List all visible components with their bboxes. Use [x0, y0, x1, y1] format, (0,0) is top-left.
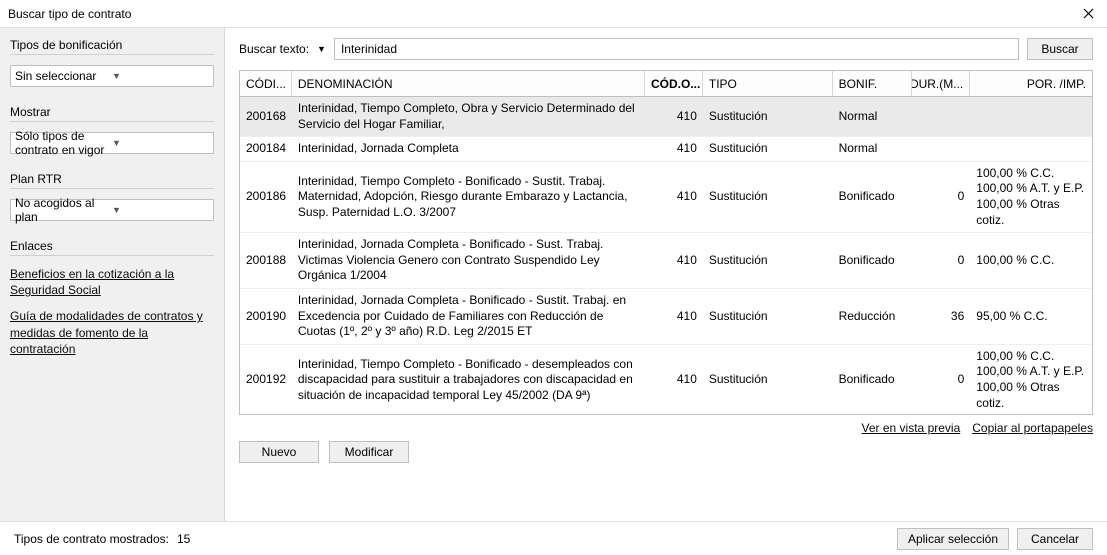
cell-dur — [912, 145, 970, 153]
cell-tipo: Sustitución — [703, 185, 833, 209]
cell-dur: 0 — [912, 249, 970, 273]
cell-codigo: 200190 — [240, 305, 292, 329]
plan-select[interactable]: No acogidos al plan ▼ — [10, 199, 214, 221]
col-tipo[interactable]: TIPO — [703, 71, 833, 96]
show-value: Sólo tipos de contrato en vigor — [15, 129, 112, 157]
cell-tipo: Sustitución — [703, 137, 833, 161]
cell-por: 100,00 % C.C.100,00 % A.T. y E.P.100,00 … — [970, 345, 1092, 414]
chevron-down-icon: ▼ — [112, 138, 209, 148]
search-button[interactable]: Buscar — [1027, 38, 1093, 60]
status-label: Tipos de contrato mostrados: — [14, 532, 169, 546]
cancel-button[interactable]: Cancelar — [1017, 528, 1093, 550]
search-label: Buscar texto: — [239, 42, 309, 56]
modify-button[interactable]: Modificar — [329, 441, 409, 463]
cell-denominacion: Interinidad, Jornada Completa - Bonifica… — [292, 289, 645, 344]
cell-codo: 410 — [645, 137, 703, 161]
cell-tipo: Sustitución — [703, 368, 833, 392]
table-row[interactable]: 200184Interinidad, Jornada Completa410Su… — [240, 137, 1092, 162]
close-icon — [1083, 8, 1094, 19]
cell-tipo: Sustitución — [703, 305, 833, 329]
col-codo[interactable]: CÓD.O... — [645, 71, 703, 96]
cell-codo: 410 — [645, 105, 703, 129]
cell-bonif: Normal — [833, 137, 913, 161]
content-area: Buscar texto: ▼ Buscar CÓDI... DENOMINAC… — [225, 28, 1107, 521]
status-count: 15 — [177, 532, 190, 546]
table-header: CÓDI... DENOMINACIÓN CÓD.O... TIPO BONIF… — [240, 71, 1092, 97]
cell-codigo: 200168 — [240, 105, 292, 129]
cell-dur: 0 — [912, 185, 970, 209]
link-benefits[interactable]: Beneficios en la cotización a la Segurid… — [10, 266, 214, 298]
bonus-types-select[interactable]: Sin seleccionar ▼ — [10, 65, 214, 87]
results-table: CÓDI... DENOMINACIÓN CÓD.O... TIPO BONIF… — [239, 70, 1093, 415]
plan-value: No acogidos al plan — [15, 196, 112, 224]
cell-codo: 410 — [645, 305, 703, 329]
cell-denominacion: Interinidad, Jornada Completa — [292, 137, 645, 161]
footer: Tipos de contrato mostrados: 15 Aplicar … — [0, 521, 1107, 555]
cell-dur: 0 — [912, 368, 970, 392]
table-body[interactable]: 200168Interinidad, Tiempo Completo, Obra… — [240, 97, 1092, 414]
col-denominacion[interactable]: DENOMINACIÓN — [292, 71, 645, 96]
table-row[interactable]: 200192Interinidad, Tiempo Completo - Bon… — [240, 345, 1092, 414]
table-row[interactable]: 200188Interinidad, Jornada Completa - Bo… — [240, 233, 1092, 289]
close-button[interactable] — [1077, 3, 1099, 25]
preview-link[interactable]: Ver en vista previa — [862, 421, 961, 435]
cell-por — [970, 145, 1092, 153]
cell-tipo: Sustitución — [703, 249, 833, 273]
cell-dur: 36 — [912, 305, 970, 329]
copy-link[interactable]: Copiar al portapapeles — [972, 421, 1093, 435]
new-button[interactable]: Nuevo — [239, 441, 319, 463]
col-codigo[interactable]: CÓDI... — [240, 71, 292, 96]
cell-codigo: 200188 — [240, 249, 292, 273]
table-row[interactable]: 200168Interinidad, Tiempo Completo, Obra… — [240, 97, 1092, 137]
col-dur[interactable]: DUR.(M... — [912, 71, 970, 96]
plan-label: Plan RTR — [10, 168, 214, 189]
cell-bonif: Bonificado — [833, 368, 913, 392]
show-label: Mostrar — [10, 101, 214, 122]
table-row[interactable]: 200190Interinidad, Jornada Completa - Bo… — [240, 289, 1092, 345]
search-input[interactable] — [334, 38, 1019, 60]
cell-codigo: 200186 — [240, 185, 292, 209]
window-title: Buscar tipo de contrato — [8, 7, 1077, 21]
cell-bonif: Bonificado — [833, 185, 913, 209]
chevron-down-icon: ▼ — [112, 205, 209, 215]
titlebar: Buscar tipo de contrato — [0, 0, 1107, 28]
cell-codigo: 200192 — [240, 368, 292, 392]
col-bonif[interactable]: BONIF. — [833, 71, 913, 96]
cell-bonif: Normal — [833, 105, 913, 129]
cell-por: 100,00 % C.C. — [970, 249, 1092, 273]
cell-denominacion: Interinidad, Tiempo Completo - Bonificad… — [292, 353, 645, 408]
show-select[interactable]: Sólo tipos de contrato en vigor ▼ — [10, 132, 214, 154]
cell-codo: 410 — [645, 368, 703, 392]
cell-denominacion: Interinidad, Jornada Completa - Bonifica… — [292, 233, 645, 288]
cell-denominacion: Interinidad, Tiempo Completo - Bonificad… — [292, 170, 645, 225]
bonus-types-value: Sin seleccionar — [15, 69, 112, 83]
table-row[interactable]: 200186Interinidad, Tiempo Completo - Bon… — [240, 162, 1092, 233]
bonus-types-label: Tipos de bonificación — [10, 34, 214, 55]
link-guide[interactable]: Guía de modalidades de contratos y medid… — [10, 308, 214, 357]
cell-codo: 410 — [645, 185, 703, 209]
cell-denominacion: Interinidad, Tiempo Completo, Obra y Ser… — [292, 97, 645, 136]
cell-por: 100,00 % C.C.100,00 % A.T. y E.P.100,00 … — [970, 162, 1092, 232]
cell-tipo: Sustitución — [703, 105, 833, 129]
cell-codo: 410 — [645, 249, 703, 273]
cell-bonif: Reducción — [833, 305, 913, 329]
cell-bonif: Bonificado — [833, 249, 913, 273]
cell-codigo: 200184 — [240, 137, 292, 161]
cell-por — [970, 113, 1092, 121]
col-por[interactable]: POR. /IMP. — [970, 71, 1092, 96]
links-label: Enlaces — [10, 235, 214, 256]
cell-dur — [912, 113, 970, 121]
cell-por: 95,00 % C.C. — [970, 305, 1092, 329]
chevron-down-icon: ▼ — [112, 71, 209, 81]
search-dropdown-icon[interactable]: ▼ — [317, 44, 326, 54]
apply-button[interactable]: Aplicar selección — [897, 528, 1009, 550]
sidebar: Tipos de bonificación Sin seleccionar ▼ … — [0, 28, 225, 521]
